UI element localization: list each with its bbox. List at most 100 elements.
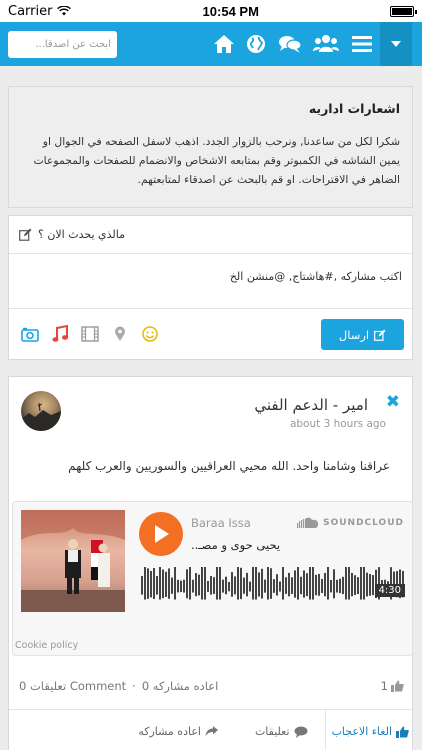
chevron-down-icon[interactable] [380,22,412,66]
waveform-bar [222,579,224,593]
waveform-bar [219,567,221,600]
waveform-bar [318,573,320,596]
soundcloud-track-title[interactable]: يحيى حوى و مصـ.. [191,538,280,552]
like-count[interactable]: 1 [381,679,404,693]
comments-button[interactable]: تعليقات [250,710,313,750]
waveform-bar [177,579,179,593]
post-timestamp[interactable]: about 3 hours ago [290,418,386,430]
separator: · [132,679,136,693]
comment-icon [294,726,308,738]
notice-text: شكرا لكل من ساعدنا, ونرحب بالزوار الجدد.… [33,135,400,186]
waveform-bar [186,569,188,599]
soundcloud-brand[interactable]: SOUNDCLOUD [297,517,404,528]
track-duration: 4:30 [374,584,405,597]
thumbs-up-icon [396,726,409,738]
waveform-bar [234,576,236,595]
waveform-bar [153,568,155,599]
waveform-bar [255,567,257,600]
wifi-icon [57,6,72,16]
post-author[interactable]: امير - الدعم الفني [254,396,368,414]
soundcloud-user[interactable]: Baraa Issa [191,516,251,530]
search-input[interactable]: ابحث عن اصدقا... [8,31,117,58]
waveform-bar [246,572,248,597]
soundcloud-embed: Baraa Issa يحيى حوى و مصـ.. SOUNDCLOUD 4… [12,501,413,656]
send-button[interactable]: ارسال [321,319,404,350]
location-icon[interactable] [109,323,131,345]
home-icon[interactable] [210,30,238,58]
clock: 10:54 PM [202,3,259,19]
waveform-bar [165,571,167,597]
waveform-bar [201,567,203,600]
waveform-bar [294,570,296,598]
music-icon[interactable] [49,323,71,345]
edit-icon [19,228,32,241]
waveform-bar [369,574,371,596]
waveform-bar [309,567,311,600]
waveform-bar [141,576,143,595]
waveform-bar [147,568,149,599]
post-composer: مالذي يحدث الان ؟ اكتب مشاركه ,#هاشتاج, … [8,215,413,360]
reshare-button[interactable]: اعاده مشاركه [133,710,224,750]
video-icon[interactable] [79,323,101,345]
waveform-bar [225,576,227,595]
share-icon [205,726,218,736]
send-label: ارسال [338,327,370,342]
waveform-bar [342,576,344,595]
waveform-bar [279,581,281,592]
waveform-bar [231,572,233,597]
waveform-bar [360,567,362,600]
unlike-button[interactable]: الغاء الاعجاب [324,709,414,750]
waveform-bar [237,567,239,600]
waveform-bar [321,578,323,593]
reshare-count[interactable]: اعاده مشاركه 0 [142,679,218,693]
waveform-bar [285,577,287,594]
comment-count[interactable]: Comment تعليقات 0 [19,679,126,693]
composer-input[interactable]: اكتب مشاركه ,#هاشتاج, @منشن الخ [9,254,412,309]
camera-icon[interactable] [19,323,41,345]
waveform-bar [363,567,365,600]
waveform-bar [213,577,215,594]
waveform-bar [204,567,206,600]
waveform-bar [306,573,308,597]
close-icon[interactable]: ✖ [386,392,400,412]
waveform-bar [240,567,242,600]
users-icon[interactable] [312,30,340,58]
globe-icon[interactable] [242,30,270,58]
waveform-bar [351,572,353,597]
cookie-policy-link[interactable]: Cookie policy [15,640,78,651]
chat-icon[interactable] [276,30,304,58]
unlike-label: الغاء الاعجاب [331,725,392,738]
waveform-bar [288,572,290,597]
waveform-bar [252,567,254,600]
waveform-bar [168,568,170,599]
waveform-bar [333,569,335,599]
play-button[interactable] [139,512,183,556]
waveform-bar [357,577,359,594]
status-left: Carrier [8,3,72,19]
waveform-bar [366,572,368,597]
waveform-bar [180,580,182,593]
menu-icon[interactable] [348,30,376,58]
battery-icon [390,5,417,17]
waveform-bar [210,575,212,595]
emoji-icon[interactable] [139,323,161,345]
waveform-bar [327,567,329,600]
waveform-bar [216,567,218,600]
soundcloud-icon [297,517,319,528]
waveform-bar [303,570,305,598]
carrier-label: Carrier [8,3,53,19]
waveform-bar [300,576,302,595]
avatar[interactable] [21,391,61,431]
reshare-label: اعاده مشاركه [138,725,201,738]
status-bar: Carrier 10:54 PM [0,0,422,22]
track-artwork[interactable] [21,510,125,612]
composer-header[interactable]: مالذي يحدث الان ؟ [9,216,412,254]
post-actions: الغاء الاعجاب تعليقات اعاده مشاركه [9,709,414,750]
battery-fill [392,7,412,15]
post-stats: اعاده مشاركه 0 · Comment تعليقات 0 1 [19,679,404,693]
stats-counts: اعاده مشاركه 0 · Comment تعليقات 0 [19,679,218,693]
waveform-bar [261,568,263,599]
post-text: عراقنا وشامنا واحد. الله محيي العراقيين … [68,459,390,473]
waveform[interactable] [141,566,407,610]
composer-tools: ارسال [9,309,412,359]
